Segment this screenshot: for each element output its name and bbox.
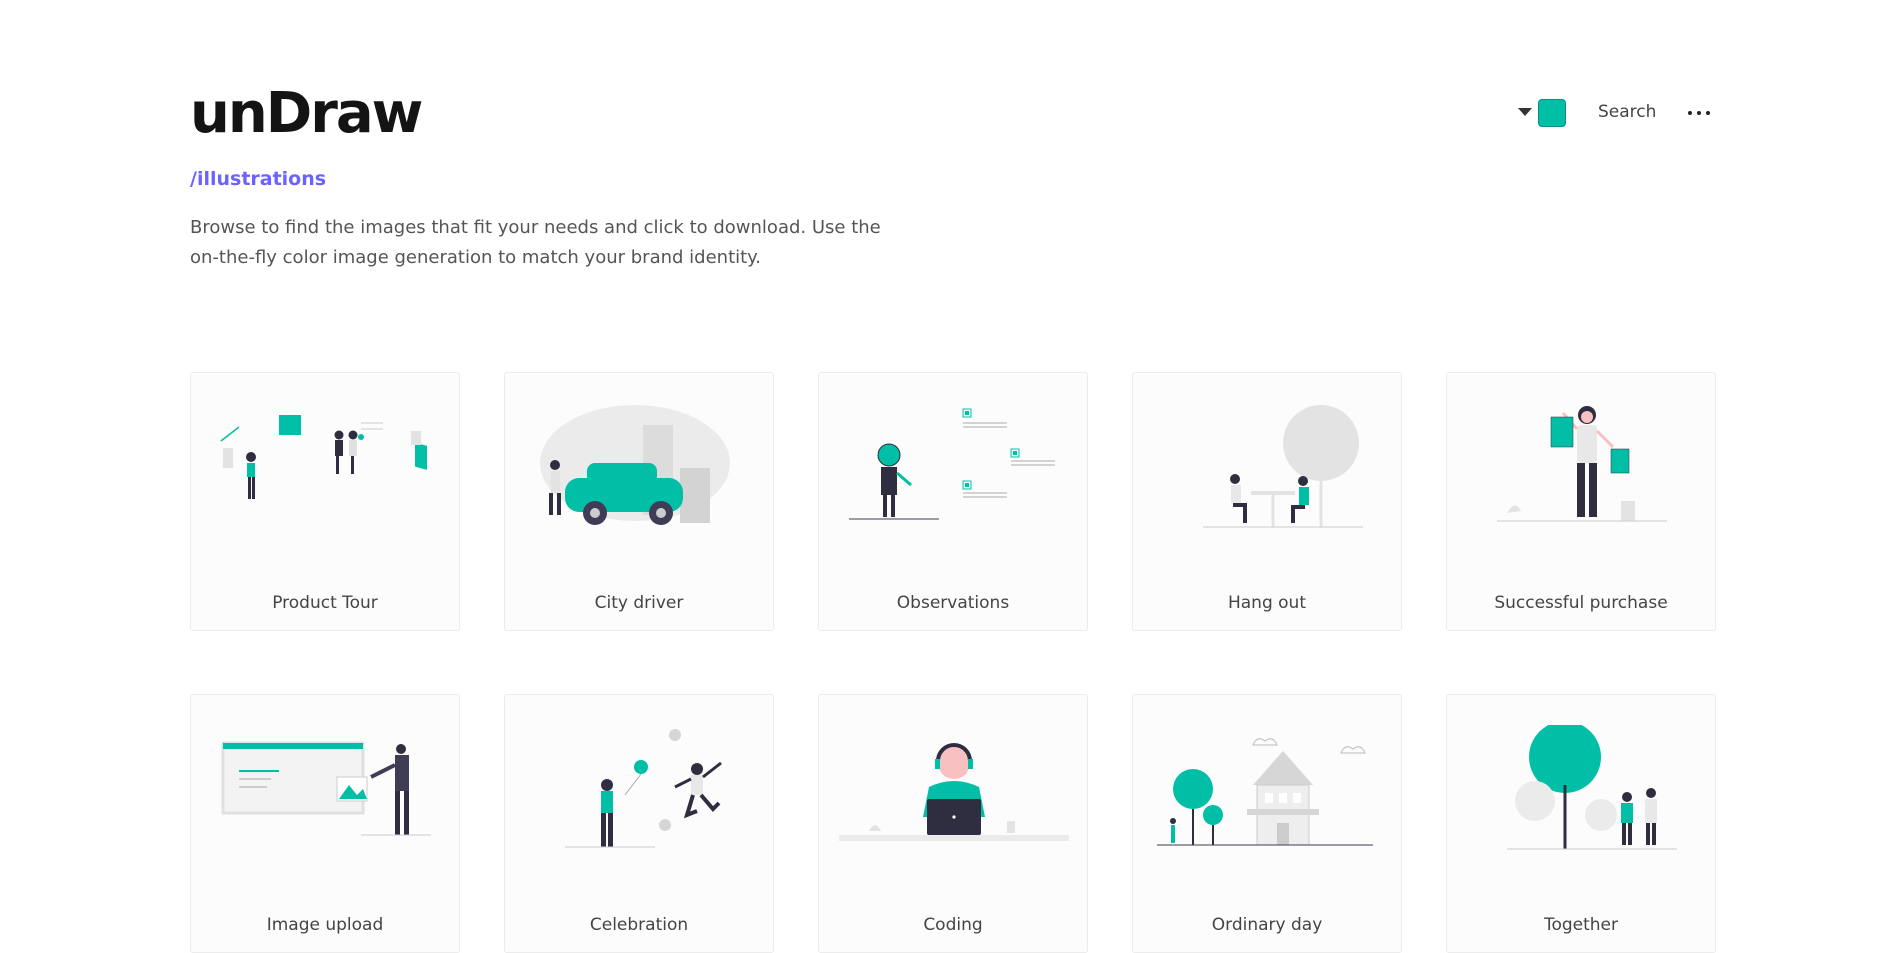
hang-out-illustration [1203,405,1363,528]
card-title: Ordinary day [1211,915,1323,935]
illustration-card-coding[interactable]: Coding [818,694,1088,953]
illustrations-link[interactable]: /illustrations [190,168,326,190]
card-title: Product Tour [272,593,378,613]
illustration-card-ordinary-day[interactable]: Ordinary day [1132,694,1402,953]
illustration-card-product-tour[interactable]: Product Tour [190,372,460,631]
illustration-card-city-driver[interactable]: City driver [504,372,774,631]
city-driver-illustration [540,405,730,525]
illustration-card-successful-purchase[interactable]: Successful purchase [1446,372,1716,631]
illustration-card-image-upload[interactable]: Image upload [190,694,460,953]
page: unDraw /illustrations Browse to find the… [0,0,1892,953]
celebration-illustration [565,729,722,848]
illustration-card-hang-out[interactable]: Hang out [1132,372,1402,631]
card-title: City driver [594,593,684,613]
brand-logo[interactable]: unDraw [190,80,423,148]
more-menu-icon[interactable] [1688,111,1712,117]
card-title: Successful purchase [1494,593,1668,613]
coding-illustration [839,743,1069,841]
illustration-card-together[interactable]: Together [1446,694,1716,953]
card-title: Together [1543,915,1619,935]
intro-text: Browse to find the images that fit your … [190,217,881,268]
card-title: Image upload [266,915,384,935]
search-button[interactable]: Search [1598,102,1656,122]
ordinary-day-illustration [1157,738,1373,846]
illustration-card-celebration[interactable]: Celebration [504,694,774,953]
together-illustration [1507,725,1677,850]
color-dropdown-icon[interactable] [1518,108,1532,116]
color-picker-swatch[interactable] [1538,99,1566,127]
card-title: Coding [923,915,983,935]
observations-illustration [849,408,1055,520]
card-title: Celebration [589,915,689,935]
image-upload-illustration [221,741,431,836]
successful-purchase-illustration [1497,406,1667,522]
card-title: Hang out [1227,593,1306,613]
card-title: Observations [896,593,1010,613]
illustration-card-observations[interactable]: Observations [818,372,1088,631]
product-tour-illustration [220,415,427,499]
